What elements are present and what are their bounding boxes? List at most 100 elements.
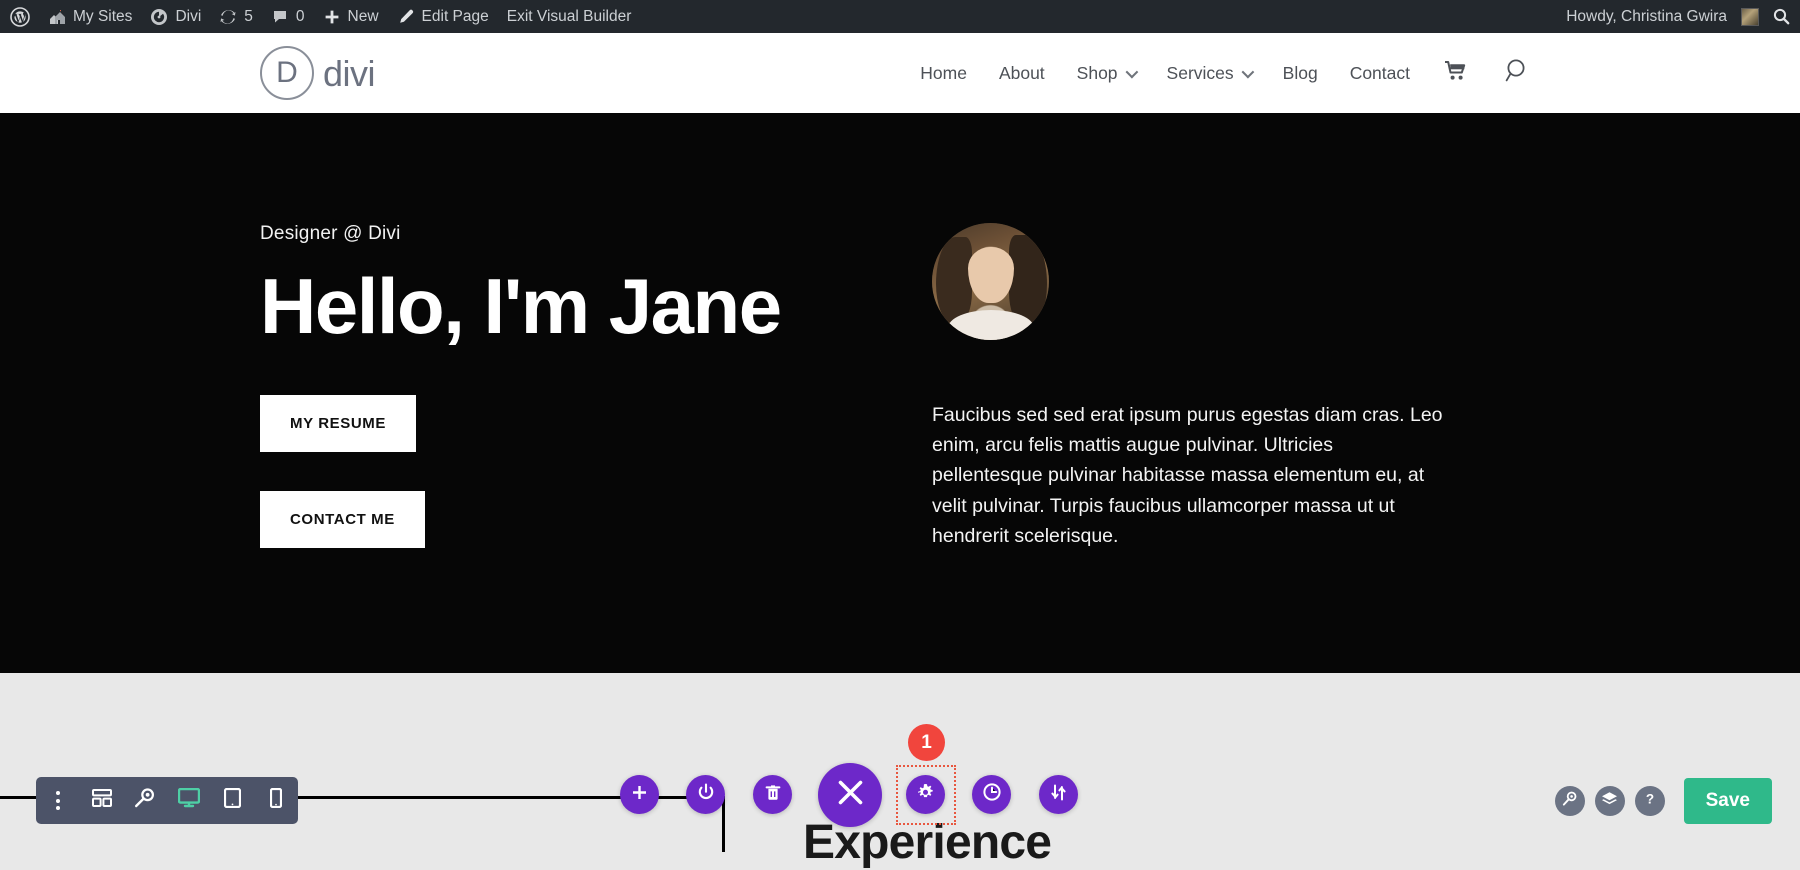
contact-me-button[interactable]: CONTACT ME [260,491,425,548]
admin-bar-item-wordpress[interactable] [0,0,39,33]
history-button[interactable] [972,775,1011,814]
wireframe-view-icon [92,789,112,812]
builder-left-toolbar [36,777,298,824]
add-section-icon [632,785,647,805]
nav-label-shop: Shop [1077,63,1118,84]
admin-bar-label-divi: Divi [175,8,201,26]
admin-bar-label-comments-count: 0 [296,8,305,26]
builder-right-controls: ? Save [1555,777,1772,825]
pencil-icon [397,8,415,26]
wordpress-logo-icon [10,7,30,27]
hero-section: Designer @ Divi Hello, I'm Jane MY RESUM… [0,113,1800,673]
admin-bar-label-my-sites: My Sites [73,8,132,26]
save-button[interactable]: Save [1684,778,1772,824]
sort-updown-icon [1050,784,1067,806]
profile-photo [932,223,1049,340]
vertical-dots-icon [56,791,60,810]
builder-wireframe-view-button[interactable] [80,777,124,824]
hero-resume-button-wrap: MY RESUME [260,395,780,452]
reorder-button[interactable] [1039,775,1078,814]
admin-bar-item-updates[interactable]: 5 [210,0,262,33]
zoom-out-view-icon [134,788,156,813]
wp-admin-bar: My Sites Divi 5 0 New Edit Page Exit Vis… [0,0,1800,33]
admin-bar-item-account[interactable]: Howdy, Christina Gwira [1557,0,1763,33]
hero-title: Hello, I'm Jane [260,267,780,347]
builder-desktop-view-button[interactable] [167,777,211,824]
nav-item-blog[interactable]: Blog [1267,63,1334,84]
chevron-down-icon [1125,65,1138,78]
gear-icon [917,784,934,806]
builder-zoom-view-button[interactable] [123,777,167,824]
nav-label-about: About [999,63,1045,84]
tablet-view-icon [224,788,241,813]
step-badge: 1 [908,724,945,761]
hero-kicker-text: Designer @ Divi [260,223,780,245]
nav-label-blog: Blog [1283,63,1318,84]
comments-icon [271,8,289,26]
add-button[interactable] [620,775,659,814]
nav-item-shop[interactable]: Shop [1061,63,1151,84]
search-magnifier-icon [1562,791,1578,812]
site-header: D divi Home About Shop Services Blog Con… [0,33,1800,113]
logo-circle-letter: D [260,46,314,100]
close-builder-button[interactable] [818,763,882,827]
builder-wireframe-line-vertical [722,796,725,852]
hero-paragraph: Faucibus sed sed erat ipsum purus egesta… [932,400,1448,551]
admin-bar-item-edit-page[interactable]: Edit Page [388,0,498,33]
nav-label-services: Services [1167,63,1234,84]
admin-bar-item-exit-visual-builder[interactable]: Exit Visual Builder [498,0,641,33]
admin-bar-label-edit-page: Edit Page [422,8,489,26]
hero-left-column: Designer @ Divi Hello, I'm Jane MY RESUM… [260,223,780,548]
delete-button[interactable] [753,775,792,814]
admin-bar-label-exit-visual-builder: Exit Visual Builder [507,8,632,26]
cart-button[interactable] [1426,60,1487,87]
search-icon [1772,7,1791,26]
trash-icon [765,784,781,806]
sites-icon [48,8,66,26]
avatar [1741,8,1759,26]
admin-bar-label-updates-count: 5 [244,8,253,26]
builder-tablet-view-button[interactable] [211,777,255,824]
layers-button[interactable] [1595,786,1625,816]
updates-icon [219,8,237,26]
builder-phone-view-button[interactable] [254,777,298,824]
header-search-button[interactable] [1487,58,1548,88]
close-x-icon [837,779,864,811]
svg-text:?: ? [1646,791,1654,806]
desktop-view-icon [178,788,200,813]
toggle-button[interactable] [686,775,725,814]
hero-right-column: Faucibus sed sed erat ipsum purus egesta… [932,223,1552,551]
help-question-icon: ? [1642,791,1658,812]
layers-icon [1601,791,1618,812]
power-toggle-icon [697,783,715,806]
nav-item-services[interactable]: Services [1151,63,1267,84]
admin-bar-greeting: Howdy, Christina Gwira [1566,8,1727,26]
site-logo[interactable]: D divi [260,46,375,100]
divi-dashboard-icon [150,8,168,26]
search-icon [1505,58,1530,88]
history-clock-icon [983,783,1001,806]
nav-label-contact: Contact [1350,63,1410,84]
admin-bar-item-divi[interactable]: Divi [141,0,210,33]
settings-button[interactable] [906,775,945,814]
chevron-down-icon [1241,65,1254,78]
hero-contact-button-wrap: CONTACT ME [260,491,780,548]
nav-item-contact[interactable]: Contact [1334,63,1426,84]
phone-view-icon [270,788,282,813]
my-resume-button[interactable]: MY RESUME [260,395,416,452]
nav-item-about[interactable]: About [983,63,1061,84]
logo-wordmark: divi [323,53,375,95]
shopping-cart-icon [1444,60,1469,87]
admin-bar-item-new[interactable]: New [314,0,388,33]
builder-more-options-button[interactable] [36,777,80,824]
admin-bar-item-comments[interactable]: 0 [262,0,314,33]
nav-label-home: Home [920,63,967,84]
admin-bar-label-new: New [348,8,379,26]
help-button[interactable]: ? [1635,786,1665,816]
search-button[interactable] [1555,786,1585,816]
main-navigation: Home About Shop Services Blog Contact [904,58,1548,88]
nav-item-home[interactable]: Home [904,63,983,84]
plus-icon [323,8,341,26]
admin-bar-item-search[interactable] [1763,0,1800,33]
admin-bar-item-my-sites[interactable]: My Sites [39,0,141,33]
